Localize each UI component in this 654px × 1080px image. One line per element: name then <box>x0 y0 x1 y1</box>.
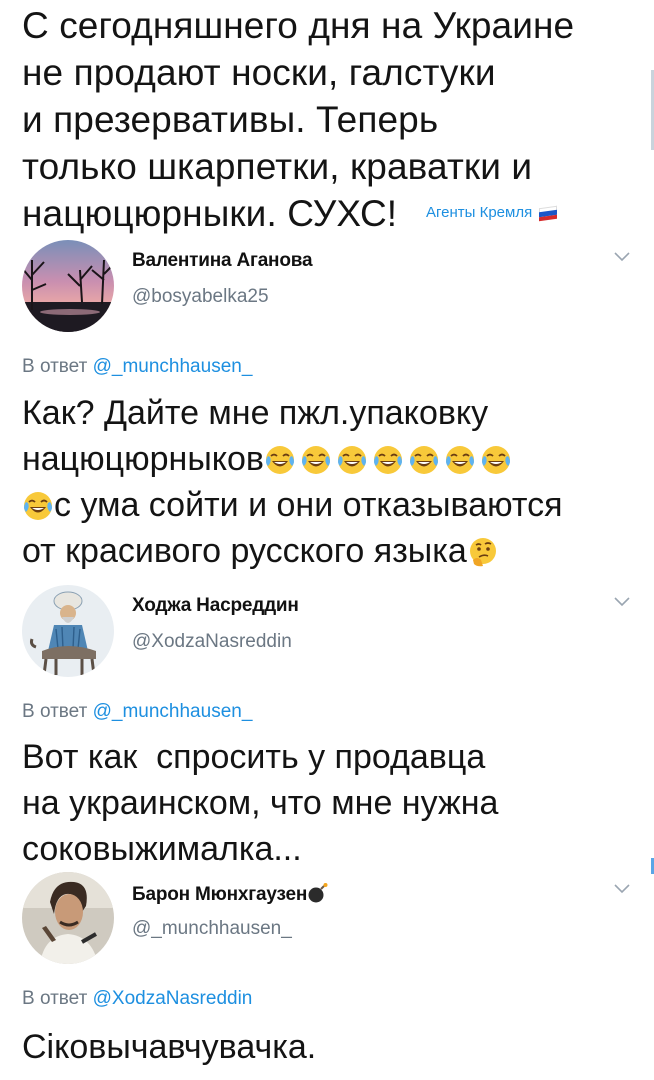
reply-context: В ответ @XodzaNasreddin <box>22 988 252 1010</box>
reply-mention-link[interactable]: @_munchhausen_ <box>93 701 253 722</box>
face-with-tears-of-joy-icon <box>480 444 512 476</box>
thinking-face-icon <box>467 536 499 568</box>
reply-label: В ответ <box>22 356 88 377</box>
avatar[interactable] <box>22 585 114 677</box>
reply-mention-link[interactable]: @XodzaNasreddin <box>93 988 253 1009</box>
user-handle[interactable]: @XodzaNasreddin <box>132 631 292 653</box>
chevron-down-icon[interactable] <box>614 252 630 262</box>
display-name[interactable]: Барон Мюнхгаузен <box>132 882 329 906</box>
display-name-text: Барон Мюнхгаузен <box>132 884 308 905</box>
display-name[interactable]: Ходжа Насреддин <box>132 595 299 617</box>
tweet-text-line: нацюцюрныков <box>22 436 642 482</box>
tweet-text-line: Как? Дайте мне пжл.упаковку <box>22 394 489 432</box>
emoji-group <box>467 536 499 568</box>
display-name[interactable]: Валентина Аганова <box>132 250 313 272</box>
tweet-text-line: Вот как спросить у продавца <box>22 738 486 776</box>
post-text: С сегодняшнего дня на Украине не продают… <box>22 2 622 237</box>
face-with-tears-of-joy-icon <box>408 444 440 476</box>
reply-mention-link[interactable]: @_munchhausen_ <box>93 356 253 377</box>
user-handle[interactable]: @bosyabelka25 <box>132 286 269 308</box>
tweet-text: Сiковычавчувачка. <box>22 1024 642 1070</box>
tweet-text-line: соковыжималка... <box>22 830 302 868</box>
emoji-group <box>264 444 512 476</box>
tweet-text-line: от красивого русского языка <box>22 528 642 574</box>
tweet-text-fragment: нацюцюрныков <box>22 440 264 478</box>
bomb-icon <box>307 882 329 904</box>
signature-text: Агенты Кремля <box>426 204 533 221</box>
watermark-signature: Агенты Кремля <box>426 204 558 222</box>
face-with-tears-of-joy-icon <box>22 490 54 522</box>
face-with-tears-of-joy-icon <box>444 444 476 476</box>
tweet-header: Валентина Аганова @bosyabelka25 <box>20 240 634 336</box>
reply-label: В ответ <box>22 988 88 1009</box>
tweet-text-line: с ума сойти и они отказываются <box>22 482 642 528</box>
chevron-down-icon[interactable] <box>614 597 630 607</box>
chevron-down-icon[interactable] <box>614 884 630 894</box>
face-with-tears-of-joy-icon <box>264 444 296 476</box>
post-text-line: не продают носки, галстуки <box>22 52 496 93</box>
user-handle[interactable]: @_munchhausen_ <box>132 918 292 940</box>
russian-flag-icon <box>539 205 558 222</box>
tweet-text: Вот как спросить у продавца на украинско… <box>22 734 642 872</box>
tweet-text-line: на украинском, что мне нужна <box>22 784 499 822</box>
reply-label: В ответ <box>22 701 88 722</box>
reply-context: В ответ @_munchhausen_ <box>22 701 252 723</box>
emoji-group <box>22 490 54 522</box>
post-text-line: С сегодняшнего дня на Украине <box>22 5 575 46</box>
tweet-text-line: Сiковычавчувачка. <box>22 1028 317 1066</box>
tweet-text: Как? Дайте мне пжл.упаковку нацюцюрныков… <box>22 390 642 574</box>
face-with-tears-of-joy-icon <box>336 444 368 476</box>
avatar[interactable] <box>22 872 114 964</box>
tweet-text-fragment: с ума сойти и они отказываются <box>54 486 563 524</box>
face-with-tears-of-joy-icon <box>300 444 332 476</box>
post-text-line: только шкарпетки, краватки и <box>22 146 533 187</box>
face-with-tears-of-joy-icon <box>372 444 404 476</box>
tweet-header: Барон Мюнхгаузен @_munchhausen_ <box>20 872 634 968</box>
tweet-text-fragment: от красивого русского языка <box>22 532 467 570</box>
avatar[interactable] <box>22 240 114 332</box>
tweet-header: Ходжа Насреддин @XodzaNasreddin <box>20 585 634 681</box>
reply-context: В ответ @_munchhausen_ <box>22 356 252 378</box>
post-text-line: и презервативы. Теперь <box>22 99 439 140</box>
